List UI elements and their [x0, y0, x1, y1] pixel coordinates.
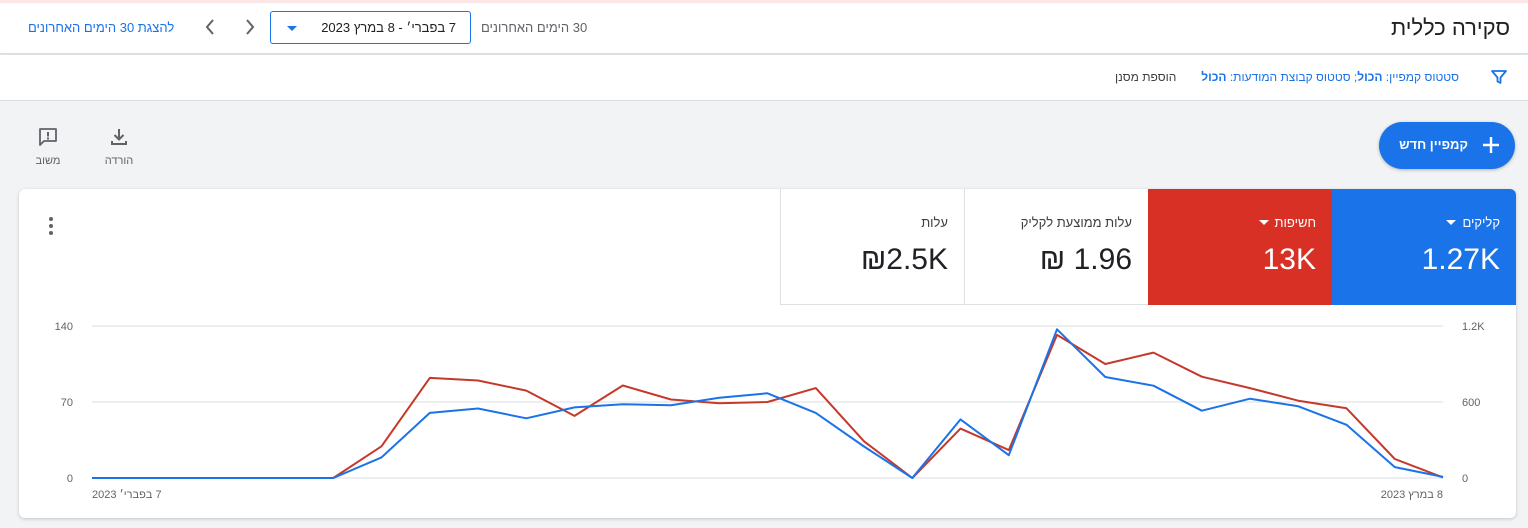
- download-icon: [89, 124, 149, 150]
- dropdown-caret-icon: [287, 26, 297, 31]
- chevron-left-icon[interactable]: [197, 14, 223, 40]
- active-filters[interactable]: סטטוס קמפיין: הכול; סטטוס קבוצת המודעות:…: [1201, 70, 1459, 84]
- x-axis-end-label: 8 במרץ 2023: [1381, 489, 1443, 501]
- download-label: הורדה: [104, 155, 134, 167]
- left-axis-tick: 0: [67, 473, 73, 485]
- filter-icon[interactable]: [1490, 68, 1508, 91]
- right-axis-tick: 600: [1462, 397, 1480, 409]
- left-axis-tick: 70: [61, 397, 73, 409]
- x-axis-start-label: 7 בפברי׳ 2023: [92, 488, 162, 501]
- page-title: סקירה כללית: [1391, 15, 1510, 40]
- date-range-picker[interactable]: 7 בפברי׳ - 8 במרץ 2023: [270, 11, 471, 44]
- feedback-button[interactable]: משוב: [18, 124, 78, 167]
- performance-line-chart: 0 0 70 600 140 1.2K 7 בפברי׳ 2023 8 במרץ 2023: [55, 321, 1486, 501]
- series-line-impressions: [92, 333, 1444, 479]
- date-range-value: 7 בפברי׳ - 8 במרץ 2023: [321, 20, 456, 35]
- show-last-30-days-link[interactable]: להצגת 30 הימים האחרונים: [28, 20, 174, 35]
- overview-chart-card: קליקים 1.27K חשיפות 13K עלות ממוצעת לקלי…: [19, 189, 1516, 518]
- new-campaign-label: קמפיין חדש: [1399, 137, 1468, 152]
- left-axis-tick: 140: [55, 321, 73, 333]
- feedback-icon: [18, 124, 78, 150]
- date-range-label: 30 הימים האחרונים: [481, 20, 588, 35]
- download-button[interactable]: הורדה: [89, 124, 149, 167]
- right-axis-tick: 1.2K: [1462, 321, 1485, 333]
- new-campaign-button[interactable]: קמפיין חדש: [1379, 122, 1515, 169]
- chevron-right-icon[interactable]: [237, 14, 263, 40]
- page-header: סקירה כללית 30 הימים האחרונים 7 בפברי׳ -…: [0, 3, 1528, 54]
- series-line-clicks: [92, 328, 1444, 479]
- feedback-label: משוב: [35, 155, 61, 167]
- plus-icon: [1480, 134, 1502, 161]
- filter-bar: סטטוס קמפיין: הכול; סטטוס קבוצת המודעות:…: [0, 55, 1528, 101]
- add-filter-button[interactable]: הוספת מסנן: [1115, 70, 1176, 84]
- right-axis-tick: 0: [1462, 473, 1468, 485]
